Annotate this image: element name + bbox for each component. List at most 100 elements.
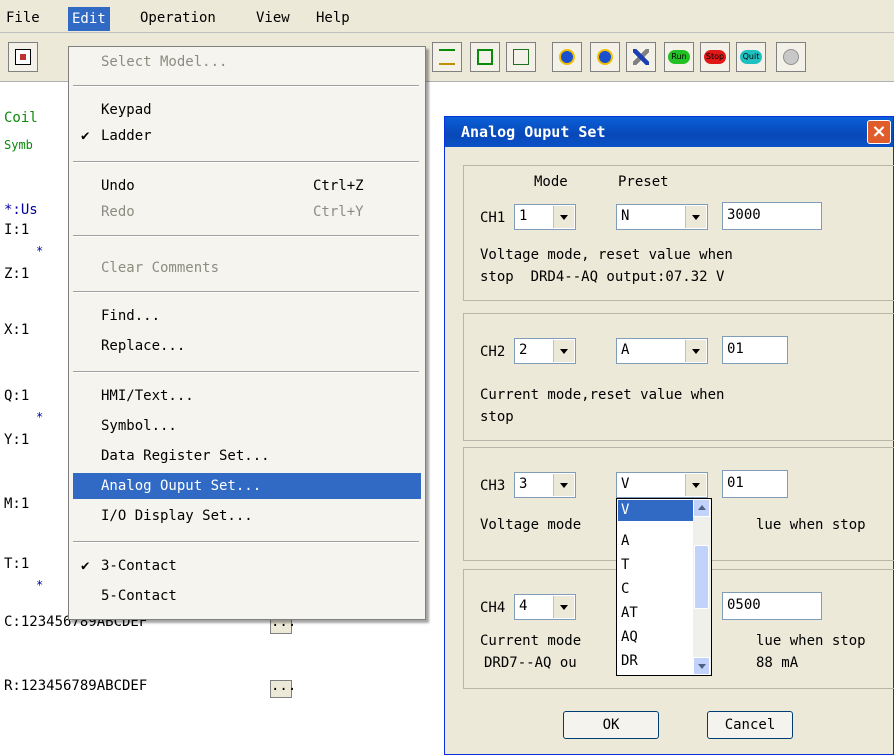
- preset-dropdown-list: V A T C AT AQ DR: [616, 498, 712, 676]
- sync-button[interactable]: [590, 42, 620, 72]
- new-document-icon: [15, 49, 31, 65]
- edit-menu: Select Model... Keypad ✔ Ladder Undo Ctrl…: [68, 46, 426, 620]
- ch3-description-part2: lue when stop: [756, 517, 866, 533]
- menu-view[interactable]: View: [252, 8, 294, 30]
- ch4-mode-select[interactable]: 4: [514, 594, 576, 620]
- dialog-title: Analog Ouput Set: [461, 123, 606, 141]
- dropdown-option-a[interactable]: A: [618, 531, 695, 552]
- ch4-label: CH4: [480, 600, 506, 616]
- ch2-value-input[interactable]: 01: [722, 336, 788, 364]
- dropdown-option-t[interactable]: T: [618, 555, 695, 576]
- ch1-mode-select[interactable]: 1: [514, 204, 576, 230]
- scroll-down-icon[interactable]: [693, 657, 710, 675]
- stop-button[interactable]: Stop: [700, 42, 730, 72]
- chevron-down-icon[interactable]: [685, 474, 706, 496]
- menu-item-ladder[interactable]: ✔ Ladder: [69, 123, 425, 149]
- chevron-down-icon[interactable]: [685, 340, 706, 362]
- close-icon[interactable]: ×: [867, 120, 891, 144]
- ch4-description-part1: Current mode: [480, 633, 582, 649]
- menu-edit[interactable]: Edit: [68, 7, 110, 31]
- ch1-description-line1: Voltage mode, reset value when: [480, 247, 733, 263]
- menu-item-data-register-set[interactable]: Data Register Set...: [69, 443, 425, 469]
- menu-bar: File Edit Operation View Help: [0, 0, 894, 33]
- menu-item-analog-output-set[interactable]: Analog Ouput Set...: [73, 473, 421, 499]
- menu-item-find[interactable]: Find...: [69, 303, 425, 329]
- menu-item-hmi-text[interactable]: HMI/Text...: [69, 383, 425, 409]
- ch4-value-input[interactable]: 0500: [722, 592, 822, 620]
- mode-header: Mode: [534, 174, 568, 190]
- ch2-label: CH2: [480, 344, 506, 360]
- menu-item-redo[interactable]: Redo Ctrl+Y: [69, 199, 425, 225]
- refresh-button[interactable]: [552, 42, 582, 72]
- menu-item-replace[interactable]: Replace...: [69, 333, 425, 359]
- stop-icon: Stop: [704, 50, 726, 64]
- chevron-down-icon[interactable]: [685, 206, 706, 228]
- ch1-group: Mode Preset CH1 1 N 3000 Voltage mode, r…: [463, 165, 894, 301]
- ch3-preset-select[interactable]: V: [616, 472, 708, 498]
- scroll-thumb[interactable]: [694, 545, 709, 609]
- ladder-contact-icon: [439, 49, 455, 65]
- ch1-description-line2: stop DRD4--AQ output:07.32 V: [480, 269, 725, 285]
- row-marker: *: [36, 244, 44, 258]
- run-button[interactable]: Run: [664, 42, 694, 72]
- io-row-x: X:1: [4, 322, 30, 338]
- menu-item-5-contact[interactable]: 5-Contact: [69, 583, 425, 609]
- io-row-z: Z:1: [4, 266, 30, 282]
- io-row-q: Q:1: [4, 388, 30, 404]
- new-document-button[interactable]: [8, 42, 38, 72]
- menu-separator: [73, 161, 419, 163]
- tools-button[interactable]: [626, 42, 656, 72]
- menu-separator: [73, 541, 419, 543]
- chevron-down-icon[interactable]: [553, 596, 574, 618]
- circle-icon: [783, 49, 799, 65]
- ch1-preset-select[interactable]: N: [616, 204, 708, 230]
- menu-separator: [73, 291, 419, 293]
- menu-item-keypad[interactable]: Keypad: [69, 97, 425, 123]
- dropdown-option-at[interactable]: AT: [618, 603, 695, 624]
- ladder-coil-icon: [513, 49, 529, 65]
- scroll-up-icon[interactable]: [693, 499, 710, 517]
- ch1-label: CH1: [480, 210, 506, 226]
- dropdown-option-aq[interactable]: AQ: [618, 627, 695, 648]
- dropdown-scrollbar[interactable]: [693, 499, 711, 675]
- usage-label: *:Us: [4, 202, 38, 218]
- ok-button[interactable]: OK: [563, 711, 659, 739]
- ch2-mode-select[interactable]: 2: [514, 338, 576, 364]
- menu-item-3-contact[interactable]: ✔ 3-Contact: [69, 553, 425, 579]
- io-row-y: Y:1: [4, 432, 30, 448]
- chevron-down-icon[interactable]: [553, 340, 574, 362]
- ch2-description-line2: stop: [480, 409, 514, 425]
- ladder-contact-button[interactable]: [432, 42, 462, 72]
- menu-operation[interactable]: Operation: [136, 8, 220, 30]
- quit-icon: Quit: [740, 50, 762, 64]
- menu-item-undo[interactable]: Undo Ctrl+Z: [69, 173, 425, 199]
- dropdown-option-dr[interactable]: DR: [618, 651, 695, 672]
- menu-help[interactable]: Help: [312, 8, 354, 30]
- cancel-button[interactable]: Cancel: [707, 711, 793, 739]
- quit-button[interactable]: Quit: [736, 42, 766, 72]
- ladder-block-button[interactable]: [470, 42, 500, 72]
- menu-item-symbol[interactable]: Symbol...: [69, 413, 425, 439]
- menu-item-io-display-set[interactable]: I/O Display Set...: [69, 503, 425, 529]
- menu-item-clear-comments[interactable]: Clear Comments: [69, 255, 425, 281]
- dropdown-option-v[interactable]: V: [618, 500, 695, 521]
- menu-file[interactable]: File: [2, 8, 44, 30]
- chevron-down-icon[interactable]: [553, 206, 574, 228]
- run-icon: Run: [668, 50, 690, 64]
- r-browse-button[interactable]: ...: [270, 679, 296, 698]
- dialog-title-bar[interactable]: Analog Ouput Set ×: [445, 117, 893, 147]
- ch4-description-part4: 88 mA: [756, 655, 799, 671]
- chevron-down-icon[interactable]: [553, 474, 574, 496]
- ch3-mode-select[interactable]: 3: [514, 472, 576, 498]
- ladder-coil-button[interactable]: [506, 42, 536, 72]
- dropdown-option-c[interactable]: C: [618, 579, 695, 600]
- ch1-value-input[interactable]: 3000: [722, 202, 822, 230]
- ch4-description-part3: DRD7--AQ ou: [484, 655, 577, 671]
- ladder-block-icon: [477, 49, 493, 65]
- io-row-r: R:123456789ABCDEF: [4, 678, 148, 694]
- options-button[interactable]: [776, 42, 806, 72]
- ch3-value-input[interactable]: 01: [722, 470, 788, 498]
- menu-item-select-model[interactable]: Select Model...: [69, 49, 425, 75]
- ch2-preset-select[interactable]: A: [616, 338, 708, 364]
- io-row-m: M:1: [4, 496, 30, 512]
